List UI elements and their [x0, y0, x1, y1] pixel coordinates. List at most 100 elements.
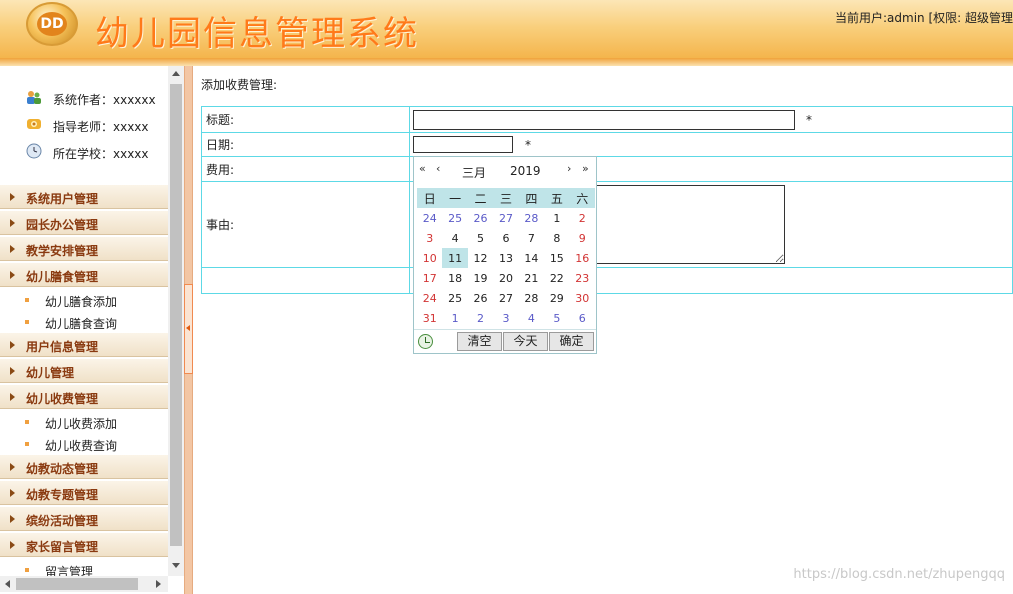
calendar-day[interactable]: 14: [519, 248, 544, 268]
menu-item-meal-query[interactable]: 幼儿膳食查询: [0, 311, 168, 333]
calendar-day-today[interactable]: 11: [442, 248, 468, 268]
calendar-day[interactable]: 18: [442, 268, 467, 288]
date-cell: *: [409, 132, 1013, 157]
calendar-day[interactable]: 21: [519, 268, 544, 288]
menu-head-system-users[interactable]: 系统用户管理: [0, 185, 168, 209]
menu-head-label: 家长留言管理: [26, 540, 99, 554]
sidebar-vertical-scrollbar[interactable]: [168, 66, 184, 576]
caret-right-icon: [10, 541, 15, 549]
calendar-day[interactable]: 25: [442, 288, 467, 308]
time-clock-icon[interactable]: [418, 334, 433, 349]
calendar-day[interactable]: 9: [570, 228, 595, 248]
scroll-down-arrow-icon[interactable]: [172, 563, 180, 568]
date-picker-nav: « ‹ 三月 2019 › »: [414, 157, 596, 185]
calendar-day[interactable]: 27: [493, 288, 518, 308]
calendar-day[interactable]: 2: [468, 308, 493, 328]
caret-right-icon: [10, 393, 15, 401]
menu-head-label: 教学安排管理: [26, 244, 99, 258]
next-year-icon[interactable]: »: [582, 162, 589, 175]
bullet-icon: [25, 420, 29, 424]
prev-month-icon[interactable]: ‹: [436, 162, 440, 175]
calendar-day[interactable]: 25: [442, 208, 467, 228]
scroll-right-arrow-icon[interactable]: [156, 580, 161, 588]
prev-year-icon[interactable]: «: [419, 162, 426, 175]
date-input[interactable]: [413, 136, 513, 153]
calendar-day[interactable]: 3: [493, 308, 518, 328]
calendar-day[interactable]: 7: [519, 228, 544, 248]
weekday-label: 二: [467, 188, 494, 208]
header-divider: [0, 58, 1013, 66]
calendar-day[interactable]: 19: [468, 268, 493, 288]
weekday-header-row: 日 一 二 三 四 五 六: [417, 188, 595, 208]
menu-head-parent-messages[interactable]: 家长留言管理: [0, 533, 168, 557]
scrollbar-thumb[interactable]: [170, 84, 182, 546]
collapse-sidebar-handle[interactable]: [184, 284, 193, 374]
calendar-day[interactable]: 5: [544, 308, 569, 328]
next-month-icon[interactable]: ›: [567, 162, 571, 175]
year-selector[interactable]: 2019: [510, 164, 541, 178]
calendar-day[interactable]: 6: [570, 308, 595, 328]
calendar-day[interactable]: 24: [417, 288, 442, 308]
calendar-day[interactable]: 22: [544, 268, 569, 288]
month-selector[interactable]: 三月: [462, 164, 486, 181]
menu-item-message-manage[interactable]: 留言管理: [0, 559, 168, 576]
calendar-day[interactable]: 30: [570, 288, 595, 308]
calendar-day[interactable]: 23: [570, 268, 595, 288]
caret-right-icon: [10, 271, 15, 279]
menu-head-teaching-schedule[interactable]: 教学安排管理: [0, 237, 168, 261]
menu-head-education-news[interactable]: 幼教动态管理: [0, 455, 168, 479]
menu-head-children[interactable]: 幼儿管理: [0, 359, 168, 383]
calendar-day[interactable]: 1: [442, 308, 467, 328]
calendar-day[interactable]: 20: [493, 268, 518, 288]
calendar-day[interactable]: 1: [544, 208, 569, 228]
calendar-week-row: 31 1 2 3 4 5 6: [417, 308, 595, 328]
clear-date-button[interactable]: 清空: [457, 332, 502, 351]
scrollbar-thumb[interactable]: [16, 578, 138, 590]
calendar-day[interactable]: 4: [519, 308, 544, 328]
confirm-date-button[interactable]: 确定: [549, 332, 594, 351]
calendar-day[interactable]: 8: [544, 228, 569, 248]
calendar-day[interactable]: 31: [417, 308, 442, 328]
calendar-day[interactable]: 28: [519, 288, 544, 308]
calendar-day[interactable]: 13: [493, 248, 518, 268]
caret-right-icon: [10, 489, 15, 497]
menu-head-user-info[interactable]: 用户信息管理: [0, 333, 168, 357]
calendar-day[interactable]: 27: [493, 208, 518, 228]
calendar-day[interactable]: 28: [519, 208, 544, 228]
caret-right-icon: [10, 515, 15, 523]
menu-item-label: 幼儿收费添加: [45, 417, 118, 431]
calendar-day[interactable]: 15: [544, 248, 569, 268]
collapse-arrow-icon: [186, 325, 190, 331]
main-content: 添加收费管理: 标题: * 日期: * 费用: 事由:: [193, 66, 1013, 594]
scroll-left-arrow-icon[interactable]: [5, 580, 10, 588]
menu-head-child-meals[interactable]: 幼儿膳食管理: [0, 263, 168, 287]
menu-head-education-topics[interactable]: 幼教专题管理: [0, 481, 168, 505]
calendar-day[interactable]: 10: [417, 248, 442, 268]
calendar-day[interactable]: 2: [570, 208, 595, 228]
calendar-day[interactable]: 5: [468, 228, 493, 248]
required-mark: *: [806, 113, 812, 127]
menu-item-meal-add[interactable]: 幼儿膳食添加: [0, 289, 168, 311]
menu-head-principal-office[interactable]: 园长办公管理: [0, 211, 168, 235]
calendar-day[interactable]: 24: [417, 208, 442, 228]
menu-head-activities[interactable]: 缤纷活动管理: [0, 507, 168, 531]
info-teacher: 指导老师：xxxxx: [53, 120, 149, 134]
calendar-day[interactable]: 6: [493, 228, 518, 248]
calendar-day[interactable]: 3: [417, 228, 442, 248]
sidebar-horizontal-scrollbar[interactable]: [0, 576, 168, 592]
menu-head-child-fees[interactable]: 幼儿收费管理: [0, 385, 168, 409]
bullet-icon: [25, 320, 29, 324]
calendar-day[interactable]: 16: [570, 248, 595, 268]
scroll-up-arrow-icon[interactable]: [172, 71, 180, 76]
calendar-day[interactable]: 12: [468, 248, 493, 268]
calendar-day[interactable]: 26: [468, 208, 493, 228]
calendar-day[interactable]: 29: [544, 288, 569, 308]
menu-item-fee-query[interactable]: 幼儿收费查询: [0, 433, 168, 455]
menu-item-fee-add[interactable]: 幼儿收费添加: [0, 411, 168, 433]
caret-right-icon: [10, 463, 15, 471]
today-button[interactable]: 今天: [503, 332, 548, 351]
title-input[interactable]: [413, 110, 795, 130]
calendar-day[interactable]: 17: [417, 268, 442, 288]
calendar-day[interactable]: 4: [442, 228, 467, 248]
calendar-day[interactable]: 26: [468, 288, 493, 308]
